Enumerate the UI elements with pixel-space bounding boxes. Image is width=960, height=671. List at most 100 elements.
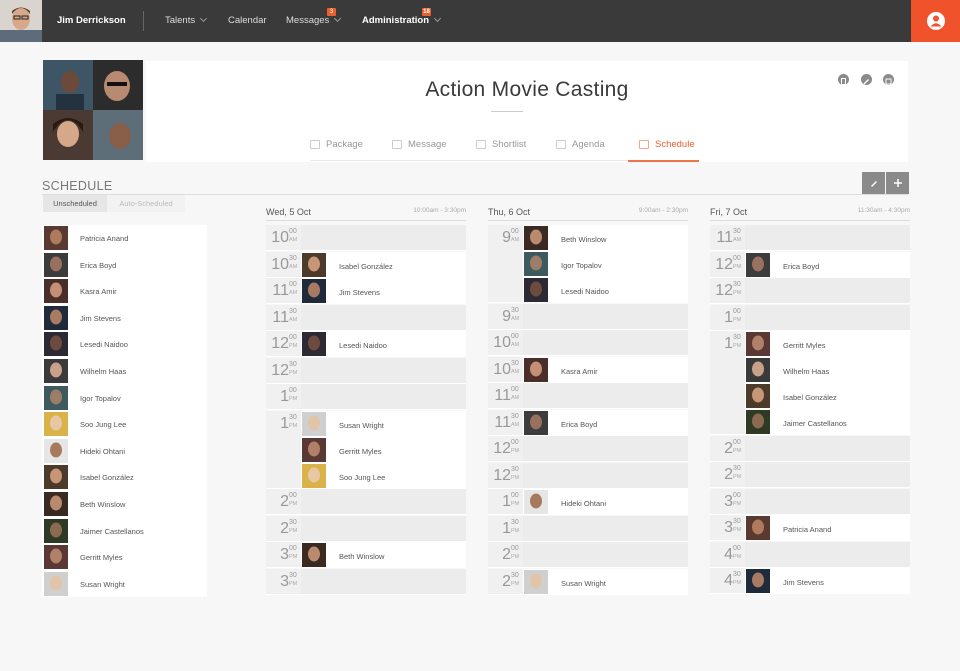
- empty-slot[interactable]: [745, 541, 910, 567]
- empty-slot[interactable]: [301, 304, 466, 330]
- time-slot[interactable]: 1 00 PM Hideki Ohtani: [488, 489, 688, 515]
- scheduled-talent[interactable]: Hideki Ohtani: [523, 489, 688, 515]
- empty-slot[interactable]: [301, 384, 466, 409]
- empty-slot[interactable]: [745, 225, 910, 250]
- time-slot[interactable]: 12 00 PM: [488, 436, 688, 462]
- nav-talents[interactable]: Talents: [165, 14, 208, 26]
- scheduled-talent[interactable]: Isabel González: [745, 383, 910, 409]
- empty-slot[interactable]: [301, 225, 466, 250]
- time-slot[interactable]: 1 00 PM: [266, 384, 466, 410]
- time-slot[interactable]: 11 30 AM: [266, 304, 466, 331]
- empty-slot[interactable]: [523, 383, 688, 408]
- empty-slot[interactable]: [301, 515, 466, 541]
- scheduled-talent[interactable]: Isabel González: [301, 251, 466, 278]
- list-item[interactable]: Igor Topalov: [42, 384, 207, 412]
- time-slot[interactable]: 10 30 AM Isabel González: [266, 251, 466, 278]
- edit-schedule-button[interactable]: [862, 172, 885, 194]
- scheduled-talent[interactable]: Patricia Anand: [745, 515, 910, 541]
- list-item[interactable]: Beth Winslow: [42, 490, 207, 518]
- scheduled-talent[interactable]: Gerritt Myles: [745, 331, 910, 357]
- list-item[interactable]: Soo Jung Lee: [42, 411, 207, 438]
- time-slot[interactable]: 11 30 AM: [710, 225, 910, 251]
- empty-slot[interactable]: [745, 278, 910, 303]
- list-item[interactable]: Susan Wright: [42, 570, 207, 598]
- time-slot[interactable]: 2 30 PM: [266, 515, 466, 542]
- empty-slot[interactable]: [523, 515, 688, 541]
- nav-messages[interactable]: Messages 3: [286, 8, 342, 26]
- tab-agenda[interactable]: Agenda: [556, 139, 605, 150]
- scheduled-talent[interactable]: Erica Boyd: [523, 409, 688, 436]
- time-slot[interactable]: 12 30 PM: [266, 357, 466, 384]
- time-slot[interactable]: 2 00 PM: [710, 435, 910, 462]
- list-item[interactable]: Kasra Amir: [42, 278, 207, 305]
- time-slot[interactable]: 11 00 AM: [488, 383, 688, 409]
- tab-package[interactable]: Package: [310, 139, 363, 150]
- time-slot[interactable]: 12 00 PM Lesedi Naidoo: [266, 331, 466, 357]
- scheduled-talent[interactable]: Jim Stevens: [745, 568, 910, 594]
- time-slot[interactable]: 9 00 AM Beth Winslow Igor Topalov Lesedi Naid…: [488, 225, 688, 303]
- empty-slot[interactable]: [745, 462, 910, 487]
- time-slot[interactable]: 2 30 PM Susan Wright: [488, 568, 688, 595]
- document-icon[interactable]: [838, 74, 849, 85]
- empty-slot[interactable]: [745, 304, 910, 330]
- time-slot[interactable]: 3 00 PM Beth Winslow: [266, 542, 466, 568]
- unscheduled-toggle[interactable]: Unscheduled: [43, 195, 107, 212]
- list-item[interactable]: Isabel González: [42, 464, 207, 491]
- scheduled-talent[interactable]: Gerritt Myles: [301, 436, 466, 463]
- list-item[interactable]: Lesedi Naidoo: [42, 331, 207, 358]
- empty-slot[interactable]: [523, 436, 688, 461]
- scheduled-talent[interactable]: Beth Winslow: [523, 225, 688, 251]
- scheduled-talent[interactable]: Jim Stevens: [301, 278, 466, 304]
- scheduled-talent[interactable]: Lesedi Naidoo: [301, 331, 466, 357]
- list-item[interactable]: Jaimer Castellanos: [42, 517, 207, 545]
- user-avatar[interactable]: [0, 0, 42, 42]
- time-slot[interactable]: 12 30 PM: [710, 278, 910, 304]
- empty-slot[interactable]: [301, 489, 466, 514]
- time-slot[interactable]: 10 00 AM: [266, 225, 466, 251]
- empty-slot[interactable]: [745, 488, 910, 514]
- time-slot[interactable]: 11 30 AM Erica Boyd: [488, 409, 688, 436]
- scheduled-talent[interactable]: Susan Wright: [523, 568, 688, 595]
- scheduled-talent[interactable]: Lesedi Naidoo: [523, 277, 688, 303]
- empty-slot[interactable]: [523, 303, 688, 329]
- time-slot[interactable]: 4 00 PM: [710, 541, 910, 568]
- time-slot[interactable]: 1 30 PM Gerritt Myles Wilhelm Haas Isabel Gon…: [710, 331, 910, 435]
- tab-shortlist[interactable]: Shortlist: [476, 139, 526, 150]
- empty-slot[interactable]: [523, 462, 688, 488]
- time-slot[interactable]: 1 00 PM: [710, 304, 910, 331]
- scheduled-talent[interactable]: Beth Winslow: [301, 542, 466, 568]
- nav-administration[interactable]: Administration 18: [362, 8, 442, 26]
- archive-icon[interactable]: [883, 74, 894, 85]
- scheduled-talent[interactable]: Kasra Amir: [523, 356, 688, 383]
- edit-icon[interactable]: [861, 74, 872, 85]
- empty-slot[interactable]: [523, 330, 688, 355]
- list-item[interactable]: Patricia Anand: [42, 225, 207, 252]
- time-slot[interactable]: 10 00 AM: [488, 330, 688, 356]
- time-slot[interactable]: 1 30 PM: [488, 515, 688, 542]
- time-slot[interactable]: 12 00 PM Erica Boyd: [710, 251, 910, 278]
- time-slot[interactable]: 11 00 AM Jim Stevens: [266, 278, 466, 304]
- time-slot[interactable]: 9 30 AM: [488, 303, 688, 330]
- time-slot[interactable]: 2 00 PM: [266, 489, 466, 515]
- list-item[interactable]: Erica Boyd: [42, 251, 207, 279]
- empty-slot[interactable]: [745, 435, 910, 461]
- list-item[interactable]: Jim Stevens: [42, 304, 207, 332]
- empty-slot[interactable]: [523, 542, 688, 567]
- time-slot[interactable]: 3 00 PM: [710, 488, 910, 515]
- time-slot[interactable]: 4 30 PM Jim Stevens: [710, 568, 910, 594]
- time-slot[interactable]: 2 30 PM: [710, 462, 910, 488]
- scheduled-talent[interactable]: Erica Boyd: [745, 251, 910, 278]
- time-slot[interactable]: 1 30 PM Susan Wright Gerritt Myles Soo Jung L…: [266, 410, 466, 489]
- scheduled-talent[interactable]: Soo Jung Lee: [301, 462, 466, 489]
- nav-calendar[interactable]: Calendar: [228, 15, 267, 26]
- tab-message[interactable]: Message: [392, 139, 447, 150]
- auto-scheduled-toggle[interactable]: Auto-Scheduled: [107, 195, 185, 212]
- time-slot[interactable]: 2 00 PM: [488, 542, 688, 568]
- time-slot[interactable]: 10 30 AM Kasra Amir: [488, 356, 688, 383]
- list-item[interactable]: Wilhelm Haas: [42, 357, 207, 385]
- time-slot[interactable]: 3 30 PM Patricia Anand: [710, 515, 910, 541]
- list-item[interactable]: Hideki Ohtani: [42, 437, 207, 465]
- user-menu-button[interactable]: [911, 0, 960, 42]
- list-item[interactable]: Gerritt Myles: [42, 544, 207, 571]
- scheduled-talent[interactable]: Susan Wright: [301, 410, 466, 437]
